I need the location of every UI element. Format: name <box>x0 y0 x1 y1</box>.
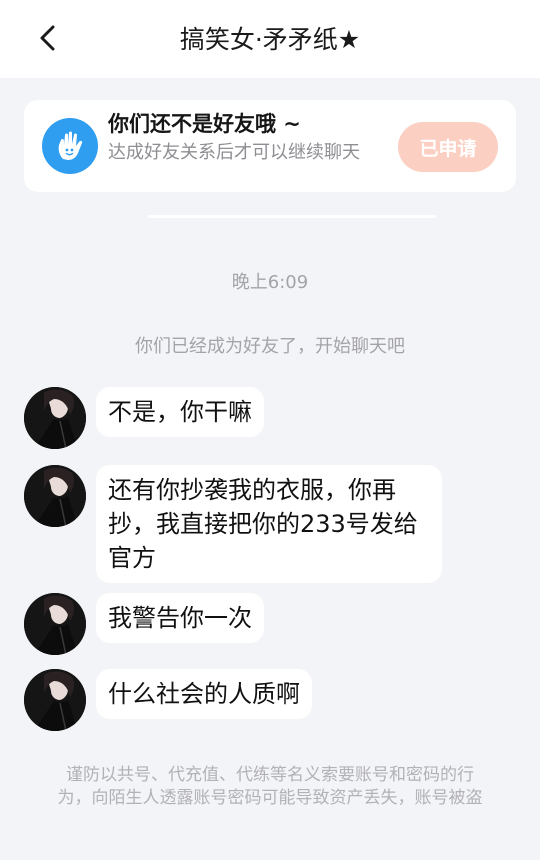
chat-title: 搞笑女·矛矛纸★ <box>179 25 361 54</box>
security-warning: 谨防以共号、代充值、代练等名义索要账号和密码的行为，向陌生人透露账号密码可能导致… <box>57 765 483 808</box>
notice-subtitle: 达成好友关系后才可以继续聊天 <box>108 142 360 163</box>
friend-request-card: 你们还不是好友哦 ~ 达成好友关系后才可以继续聊天 已申请 <box>24 100 516 192</box>
message-row: 还有你抄袭我的衣服，你再抄，我直接把你的233号发给官方 <box>24 465 442 583</box>
avatar[interactable] <box>24 669 86 731</box>
message-timestamp: 晚上6:09 <box>231 272 309 293</box>
message-bubble[interactable]: 什么社会的人质啊 <box>96 669 312 719</box>
notice-title: 你们还不是好友哦 ~ <box>108 112 301 136</box>
message-row: 我警告你一次 <box>24 593 264 655</box>
message-row: 不是，你干嘛 <box>24 387 264 449</box>
message-bubble[interactable]: 我警告你一次 <box>96 593 264 643</box>
top-bar: 搞笑女·矛矛纸★ <box>0 0 540 78</box>
avatar[interactable] <box>24 593 86 655</box>
system-message: 你们已经成为好友了，开始聊天吧 <box>135 336 405 357</box>
message-bubble[interactable]: 还有你抄袭我的衣服，你再抄，我直接把你的233号发给官方 <box>96 465 442 583</box>
avatar[interactable] <box>24 387 86 449</box>
avatar[interactable] <box>24 465 86 527</box>
divider <box>148 215 436 218</box>
applied-button[interactable]: 已申请 <box>398 122 498 172</box>
message-row: 什么社会的人质啊 <box>24 669 312 731</box>
message-bubble[interactable]: 不是，你干嘛 <box>96 387 264 437</box>
hand-wave-icon <box>42 118 98 174</box>
